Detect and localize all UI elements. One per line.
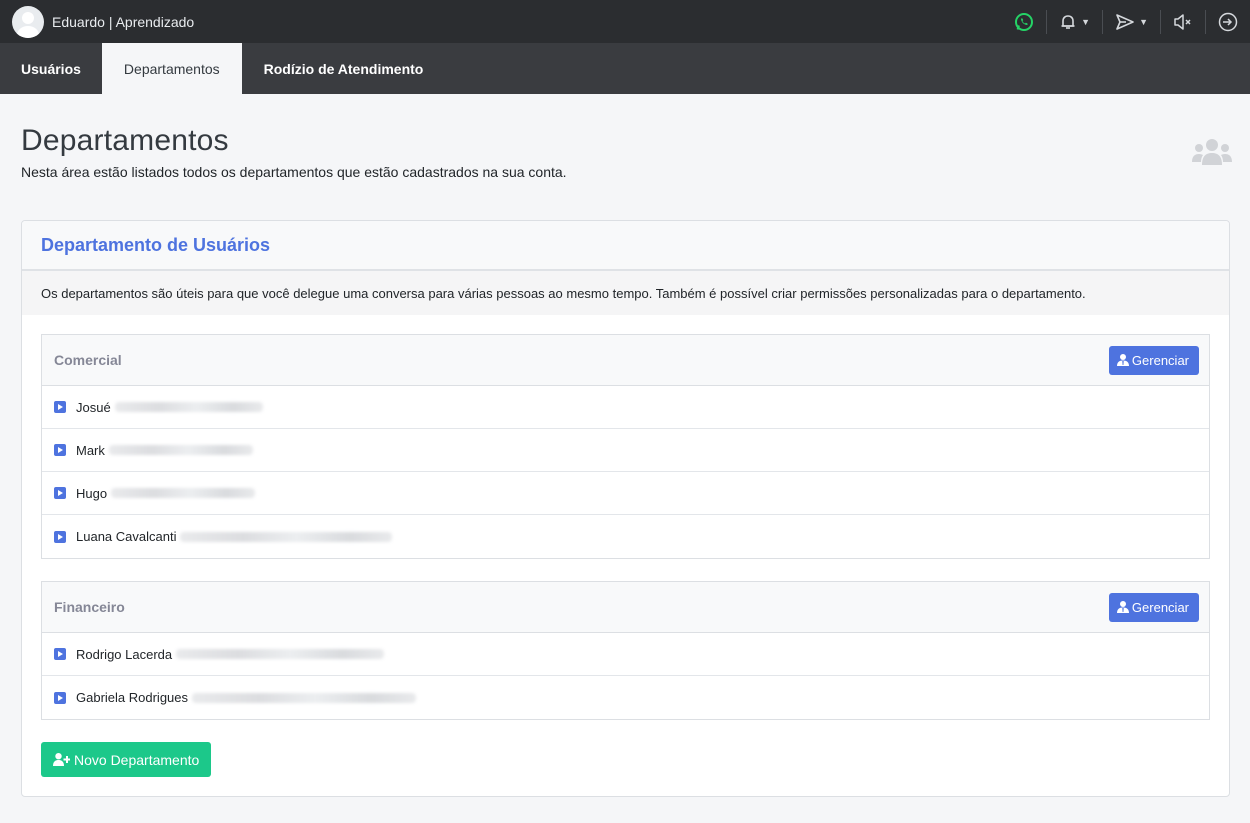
users-group-icon <box>1192 138 1232 169</box>
blurred-email <box>180 531 393 542</box>
department-name: Comercial <box>54 352 122 368</box>
caret-right-square-icon <box>54 648 66 660</box>
logout-icon[interactable] <box>1206 0 1238 43</box>
department-comercial: Comercial Gerenciar Josué Mark Hugo Luan… <box>41 334 1210 559</box>
avatar[interactable] <box>12 5 44 38</box>
caret-right-square-icon <box>54 444 66 456</box>
card-description: Os departamentos são úteis para que você… <box>22 271 1229 315</box>
member-name: Luana Cavalcanti <box>76 529 177 544</box>
card-header: Departamento de Usuários <box>22 221 1229 271</box>
manage-button[interactable]: Gerenciar <box>1108 592 1199 622</box>
blurred-email <box>176 649 385 659</box>
card-body: Comercial Gerenciar Josué Mark Hugo Luan… <box>22 315 1229 777</box>
tab-rodizio-atendimento[interactable]: Rodízio de Atendimento <box>242 43 446 94</box>
list-item[interactable]: Rodrigo Lacerda <box>42 633 1209 676</box>
user-plus-icon <box>53 753 70 766</box>
department-header: Comercial Gerenciar <box>42 335 1209 386</box>
whatsapp-icon[interactable] <box>1002 0 1046 43</box>
caret-right-square-icon <box>54 487 66 499</box>
list-item[interactable]: Luana Cavalcanti <box>42 515 1209 558</box>
member-name: Gabriela Rodrigues <box>76 690 189 705</box>
member-name: Mark <box>76 442 105 458</box>
blurred-email <box>108 445 253 455</box>
tab-usuarios[interactable]: Usuários <box>0 43 102 94</box>
manage-button-label: Gerenciar <box>1131 599 1189 615</box>
user-name[interactable]: Eduardo | Aprendizado <box>52 14 194 30</box>
department-header: Financeiro Gerenciar <box>42 582 1209 633</box>
chevron-down-icon: ▼ <box>1081 16 1091 27</box>
new-department-button[interactable]: Novo Departamento <box>41 742 212 777</box>
department-financeiro: Financeiro Gerenciar Rodrigo Lacerda Gab <box>41 581 1210 720</box>
tab-departamentos[interactable]: Departamentos <box>101 43 242 94</box>
member-name: Rodrigo Lacerda <box>76 646 173 662</box>
list-item[interactable]: Josué <box>42 386 1209 429</box>
member-name: Hugo <box>76 485 108 501</box>
blurred-email <box>192 692 417 703</box>
blurred-email <box>111 488 256 498</box>
bell-icon[interactable]: ▼ <box>1047 0 1102 43</box>
top-bar: Eduardo | Aprendizado ▼ ▼ <box>0 0 1250 43</box>
caret-right-square-icon <box>54 691 66 704</box>
manage-button-label: Gerenciar <box>1131 352 1189 368</box>
mute-icon[interactable] <box>1161 0 1205 43</box>
send-icon[interactable]: ▼ <box>1103 0 1160 43</box>
chevron-down-icon: ▼ <box>1139 16 1148 27</box>
member-name: Josué <box>76 399 111 415</box>
tabs-bar: Usuários Departamentos Rodízio de Atendi… <box>0 43 1250 94</box>
manage-button[interactable]: Gerenciar <box>1108 345 1199 375</box>
department-name: Financeiro <box>54 599 125 615</box>
page-subtitle: Nesta área estão listados todos os depar… <box>21 164 567 180</box>
caret-right-square-icon <box>54 401 66 413</box>
card-title: Departamento de Usuários <box>41 234 271 255</box>
new-department-label: Novo Departamento <box>74 751 200 768</box>
blurred-email <box>114 402 263 412</box>
list-item[interactable]: Mark <box>42 429 1209 472</box>
list-item[interactable]: Hugo <box>42 472 1209 515</box>
user-tie-icon <box>1116 601 1129 613</box>
departments-card: Departamento de Usuários Os departamento… <box>21 220 1230 797</box>
page-title: Departamentos <box>21 124 229 157</box>
list-item[interactable]: Gabriela Rodrigues <box>42 676 1209 719</box>
page-header: Departamentos Nesta área estão listados … <box>0 94 1250 218</box>
caret-right-square-icon <box>54 530 66 543</box>
user-tie-icon <box>1116 354 1129 366</box>
